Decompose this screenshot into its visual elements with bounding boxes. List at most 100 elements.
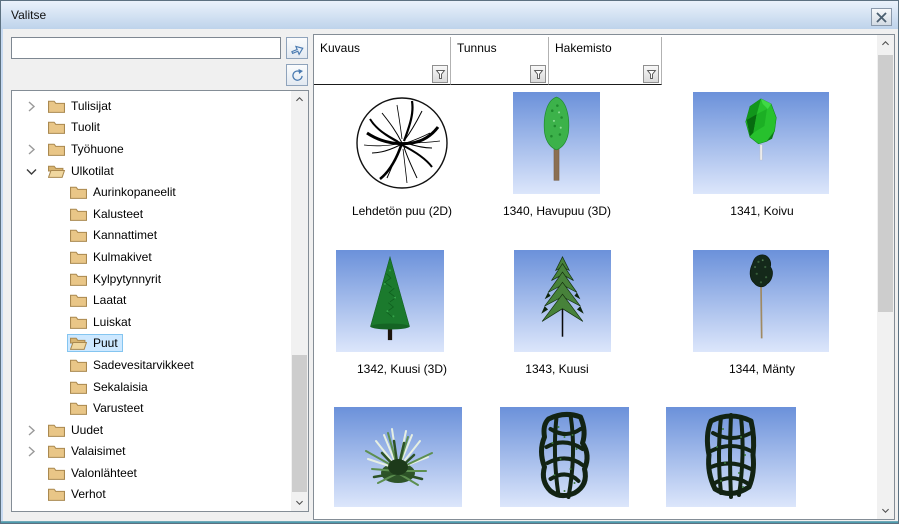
folder-icon: [70, 315, 87, 329]
refresh-icon: [290, 68, 305, 83]
dialog-content: Tulisijat Tuolit Työhuone Ulkotilat Auri…: [3, 29, 898, 521]
tree-item-sekalaisia[interactable]: Sekalaisia: [13, 376, 290, 398]
tree-item-kalusteet[interactable]: Kalusteet: [13, 203, 290, 225]
folder-icon: [70, 185, 87, 199]
tree-item-kannattimet[interactable]: Kannattimet: [13, 225, 290, 247]
scrollbar-thumb[interactable]: [878, 55, 893, 312]
folder-icon: [70, 358, 87, 372]
grid-item-mesh-shrub[interactable]: [500, 407, 629, 507]
grid-item-1341-koivu[interactable]: [693, 92, 829, 194]
chevron-spacer: [45, 357, 67, 373]
open-folder-icon: [70, 336, 87, 350]
column-header-hakemisto[interactable]: Hakemisto: [549, 37, 662, 85]
selected-tree-item[interactable]: Puut: [67, 334, 123, 352]
thumbnail-birch-lowpoly: [693, 92, 829, 194]
tree-rows: Tulisijat Tuolit Työhuone Ulkotilat Auri…: [13, 95, 290, 505]
chevron-up-icon: [880, 38, 891, 49]
close-button[interactable]: [871, 8, 892, 26]
scroll-down-button[interactable]: [291, 494, 308, 511]
chevron-down-icon: [880, 505, 891, 516]
thumbnail-conifer-3d: [513, 92, 600, 194]
tree-item-valaisimet[interactable]: Valaisimet: [13, 441, 290, 463]
thumbnail-spruce-cone-3d: [336, 250, 444, 352]
grid-item-1344-manty[interactable]: [693, 250, 829, 352]
folder-icon: [70, 228, 87, 242]
thumbnail-leafless-tree-2d: [352, 92, 452, 194]
grid-item-1343-kuusi[interactable]: [514, 250, 611, 352]
grid-item-label: 1344, Mänty: [684, 362, 840, 377]
folder-icon: [48, 120, 65, 134]
grid-item-spiky-bush[interactable]: [334, 407, 462, 507]
scroll-up-button[interactable]: [291, 91, 308, 108]
folder-icon: [48, 99, 65, 113]
grid-item-label: 1340, Havupuu (3D): [479, 204, 635, 219]
chevron-spacer: [45, 271, 67, 287]
chevron-spacer: [23, 119, 45, 135]
refresh-button[interactable]: [286, 64, 308, 86]
chevron-spacer: [23, 465, 45, 481]
scrollbar-thumb[interactable]: [292, 355, 307, 492]
chevron-spacer: [45, 400, 67, 416]
tree-item-tulisijat[interactable]: Tulisijat: [13, 95, 290, 117]
thumbnail-dark-mesh-shrub-round: [666, 407, 796, 507]
tree-item-kylpytynnyrit[interactable]: Kylpytynnyrit: [13, 268, 290, 290]
folder-icon: [48, 142, 65, 156]
tree-item-laatat[interactable]: Laatat: [13, 289, 290, 311]
tree-item-tuolit[interactable]: Tuolit: [13, 117, 290, 139]
tree-scrollbar[interactable]: [291, 91, 308, 511]
grid-item-label: 1341, Koivu: [684, 204, 840, 219]
thumbnail-dark-mesh-shrub: [500, 407, 629, 507]
tree-item-sadevesitarvikkeet[interactable]: Sadevesitarvikkeet: [13, 354, 290, 376]
results-scrollbar[interactable]: [877, 35, 894, 519]
chevron-up-icon: [294, 94, 305, 105]
grid-item-mesh-shrub-round[interactable]: [666, 407, 796, 507]
folder-tree: Tulisijat Tuolit Työhuone Ulkotilat Auri…: [11, 90, 309, 512]
results-panel: Kuvaus Tunnus Hakemisto: [313, 34, 895, 520]
tree-item-ulkotilat[interactable]: Ulkotilat: [13, 160, 290, 182]
tree-item-uudet[interactable]: Uudet: [13, 419, 290, 441]
chevron-spacer: [23, 486, 45, 502]
chevron-right-icon[interactable]: [23, 443, 45, 459]
scroll-up-button[interactable]: [877, 35, 894, 52]
chevron-down-icon[interactable]: [23, 163, 45, 179]
chevron-spacer: [45, 335, 67, 351]
chevron-right-icon[interactable]: [23, 141, 45, 157]
chevron-right-icon[interactable]: [23, 422, 45, 438]
folder-icon: [70, 272, 87, 286]
title-bar[interactable]: Valitse: [1, 1, 898, 29]
grid-item-lehdeton-puu[interactable]: [352, 92, 452, 194]
column-header-kuvaus[interactable]: Kuvaus: [314, 37, 451, 85]
grid-item-1342-kuusi-3d[interactable]: [336, 250, 444, 352]
chevron-spacer: [45, 227, 67, 243]
grid-item-1340-havupuu[interactable]: [513, 92, 600, 194]
tree-item-tyohuone[interactable]: Työhuone: [13, 138, 290, 160]
tree-item-puut[interactable]: Puut: [13, 333, 290, 355]
search-input[interactable]: [11, 37, 281, 59]
grid-item-label: 1343, Kuusi: [479, 362, 635, 377]
folder-icon: [70, 380, 87, 394]
tree-item-aurinkopaneelit[interactable]: Aurinkopaneelit: [13, 181, 290, 203]
thumbnail-pine-tall-trunk: [693, 250, 829, 352]
filter-button-hakemisto[interactable]: [643, 65, 659, 83]
filter-button-kuvaus[interactable]: [432, 65, 448, 83]
thumbnail-spruce-branched: [514, 250, 611, 352]
window-title: Valitse: [11, 8, 46, 22]
chevron-right-icon[interactable]: [23, 98, 45, 114]
column-header-tunnus[interactable]: Tunnus: [451, 37, 549, 85]
scroll-down-button[interactable]: [877, 502, 894, 519]
folder-icon: [70, 293, 87, 307]
column-headers: Kuvaus Tunnus Hakemisto: [314, 37, 662, 85]
arrow-right-icon: [289, 40, 306, 57]
tree-item-luiskat[interactable]: Luiskat: [13, 311, 290, 333]
folder-icon: [48, 423, 65, 437]
tree-item-valonlahteet[interactable]: Valonlähteet: [13, 462, 290, 484]
thumbnail-spiky-bush: [334, 407, 462, 507]
chevron-spacer: [45, 184, 67, 200]
chevron-spacer: [45, 292, 67, 308]
tree-item-kulmakivet[interactable]: Kulmakivet: [13, 246, 290, 268]
search-go-button[interactable]: [286, 37, 308, 59]
tree-item-varusteet[interactable]: Varusteet: [13, 397, 290, 419]
filter-button-tunnus[interactable]: [530, 65, 546, 83]
tree-item-verhot[interactable]: Verhot: [13, 484, 290, 506]
chevron-down-icon: [294, 497, 305, 508]
